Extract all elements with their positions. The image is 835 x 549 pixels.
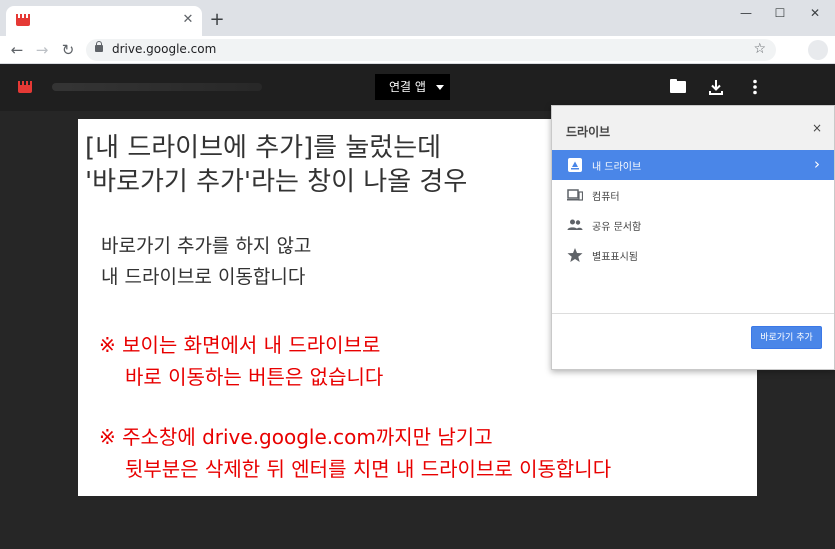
clapperboard-favicon-icon bbox=[16, 14, 30, 26]
panel-item-computers[interactable]: 컴퓨터 bbox=[552, 180, 834, 210]
browser-tab[interactable]: ✕ bbox=[6, 6, 202, 36]
panel-item-label: 내 드라이브 bbox=[592, 162, 642, 173]
reload-button[interactable]: ↻ bbox=[58, 40, 78, 60]
slide-title-line-2: '바로가기 추가'라는 창이 나올 경우 bbox=[85, 167, 468, 197]
panel-header: 드라이브 × bbox=[552, 106, 834, 150]
slide-note-1-line-2: 바로 이동하는 버튼은 없습니다 bbox=[125, 365, 384, 389]
download-icon[interactable] bbox=[707, 78, 725, 96]
open-with-label: 연결 앱 bbox=[389, 80, 426, 94]
lock-icon bbox=[95, 41, 103, 52]
folder-icon[interactable] bbox=[669, 78, 687, 96]
chevron-right-icon[interactable]: › bbox=[814, 155, 820, 173]
add-shortcut-button[interactable]: 바로가기 추가 bbox=[751, 326, 822, 349]
panel-item-label: 공유 문서함 bbox=[592, 222, 642, 233]
blurred-file-name bbox=[52, 83, 262, 91]
panel-item-label: 별표표시됨 bbox=[592, 252, 638, 263]
people-icon bbox=[567, 217, 583, 233]
slide-note-2: ※ 주소창에 drive.google.com까지만 남기고 뒷부분은 삭제한 … bbox=[99, 421, 611, 485]
slide-body: 바로가기 추가를 하지 않고 내 드라이브로 이동합니다 bbox=[101, 231, 311, 293]
profile-avatar[interactable] bbox=[808, 40, 828, 60]
slide-body-line-2: 내 드라이브로 이동합니다 bbox=[101, 266, 306, 288]
slide-note-1-line-1: ※ 보이는 화면에서 내 드라이브로 bbox=[99, 333, 381, 357]
slide-note-1: ※ 보이는 화면에서 내 드라이브로 바로 이동하는 버튼은 없습니다 bbox=[99, 329, 383, 393]
slide-note-2-line-1: ※ 주소창에 drive.google.com까지만 남기고 bbox=[99, 425, 493, 449]
url-text[interactable]: drive.google.com bbox=[112, 42, 216, 56]
maximize-button[interactable]: ☐ bbox=[766, 4, 794, 22]
drive-icon bbox=[567, 157, 583, 173]
more-vert-icon[interactable] bbox=[746, 78, 764, 96]
address-bar[interactable]: drive.google.com ☆ bbox=[86, 39, 776, 61]
slide-title: [내 드라이브에 추가]를 눌렀는데 '바로가기 추가'라는 창이 나올 경우 bbox=[85, 131, 467, 199]
close-window-button[interactable]: ✕ bbox=[801, 4, 829, 22]
open-with-button[interactable]: 연결 앱 bbox=[375, 74, 450, 100]
slide-body-line-1: 바로가기 추가를 하지 않고 bbox=[101, 235, 312, 257]
tab-strip: ✕ + — ☐ ✕ bbox=[0, 0, 835, 36]
forward-button[interactable]: → bbox=[32, 40, 52, 60]
panel-item-shared[interactable]: 공유 문서함 bbox=[552, 210, 834, 240]
caret-down-icon bbox=[436, 85, 444, 90]
panel-title: 드라이브 bbox=[566, 125, 611, 139]
minimize-button[interactable]: — bbox=[732, 4, 760, 22]
slide-note-2-line-2: 뒷부분은 삭제한 뒤 엔터를 치면 내 드라이브로 이동합니다 bbox=[125, 457, 612, 481]
slide-title-line-1: [내 드라이브에 추가]를 눌렀는데 bbox=[85, 133, 442, 163]
video-file-icon bbox=[18, 81, 32, 93]
browser-toolbar: ← → ↻ drive.google.com ☆ bbox=[0, 36, 835, 64]
panel-divider bbox=[552, 313, 834, 314]
add-shortcut-panel: 드라이브 × 내 드라이브 › 컴퓨터 공유 문서함 별표표시됨 바로가기 추가 bbox=[551, 105, 835, 370]
star-icon bbox=[567, 247, 583, 263]
back-button[interactable]: ← bbox=[7, 40, 27, 60]
panel-item-my-drive[interactable]: 내 드라이브 › bbox=[552, 150, 834, 180]
panel-item-label: 컴퓨터 bbox=[592, 192, 620, 203]
bookmark-star-icon[interactable]: ☆ bbox=[753, 41, 766, 57]
computer-icon bbox=[567, 187, 584, 203]
panel-item-starred[interactable]: 별표표시됨 bbox=[552, 240, 834, 270]
new-tab-button[interactable]: + bbox=[208, 11, 226, 29]
tab-close-icon[interactable]: ✕ bbox=[180, 12, 196, 28]
close-icon[interactable]: × bbox=[812, 121, 822, 135]
